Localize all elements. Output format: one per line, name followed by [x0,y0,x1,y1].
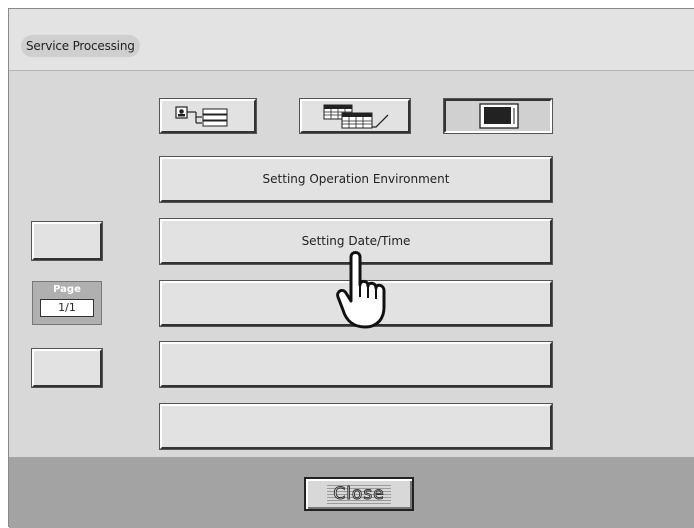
pointing-hand-icon [336,251,386,329]
monitor-tab[interactable] [444,99,552,133]
close-button[interactable]: Close [304,477,414,511]
calendar-check-icon [323,104,389,129]
page-down-button[interactable] [32,349,102,387]
page-value: 1/1 [40,299,94,317]
header-bar: Service Processing [9,9,694,71]
close-button-label: Close [327,484,391,505]
setting-operation-environment-button[interactable]: Setting Operation Environment [160,157,552,202]
user-list-tab[interactable] [160,99,256,133]
footer-bar: Close [9,457,694,528]
monitor-icon [479,103,519,129]
service-processing-window: Service Processing Setting Operation Env… [8,8,694,528]
calendar-tab[interactable] [300,99,410,133]
user-list-icon [175,106,228,127]
page-label: Page [53,284,81,295]
page-up-button[interactable] [32,222,102,260]
page-indicator: Page 1/1 [32,281,102,325]
window-title: Service Processing [21,35,140,57]
menu-button-5[interactable] [160,404,552,449]
menu-button-4[interactable] [160,342,552,387]
